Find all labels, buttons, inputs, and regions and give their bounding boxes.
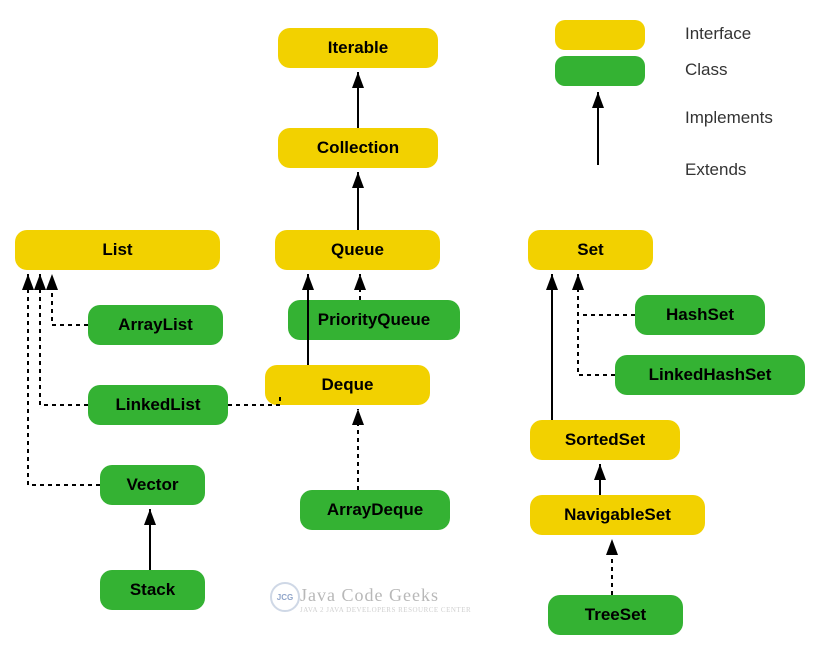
legend-swatch-interface [555,20,645,50]
node-linkedlist: LinkedList [88,385,228,425]
watermark-badge: JCG [270,582,300,612]
node-priorityqueue: PriorityQueue [288,300,460,340]
legend-swatch-class [555,56,645,86]
legend-label-class: Class [685,60,728,80]
node-collection: Collection [278,128,438,168]
watermark-text: Java Code Geeks JAVA 2 JAVA DEVELOPERS R… [300,585,471,614]
node-list: List [15,230,220,270]
node-stack: Stack [100,570,205,610]
node-treeset: TreeSet [548,595,683,635]
node-arraydeque: ArrayDeque [300,490,450,530]
legend-label-implements: Implements [685,108,773,128]
edge-vector-list [28,274,100,485]
node-vector: Vector [100,465,205,505]
legend-label-extends: Extends [685,160,746,180]
watermark-sub: JAVA 2 JAVA DEVELOPERS RESOURCE CENTER [300,606,471,614]
node-linkedhashset: LinkedHashSet [615,355,805,395]
node-hashset: HashSet [635,295,765,335]
node-deque: Deque [265,365,430,405]
node-set: Set [528,230,653,270]
node-queue: Queue [275,230,440,270]
edge-linkedlist-list [40,274,88,405]
legend-label-interface: Interface [685,24,751,44]
edge-linkedhashset-set [578,274,615,375]
watermark-main: Java Code Geeks [300,585,439,605]
node-navigableset: NavigableSet [530,495,705,535]
edge-arraylist-list [52,274,88,325]
node-arraylist: ArrayList [88,305,223,345]
diagram-canvas: Interface Class Implements Extends Itera… [0,0,820,665]
edge-hashset-set [578,274,635,315]
node-iterable: Iterable [278,28,438,68]
node-sortedset: SortedSet [530,420,680,460]
